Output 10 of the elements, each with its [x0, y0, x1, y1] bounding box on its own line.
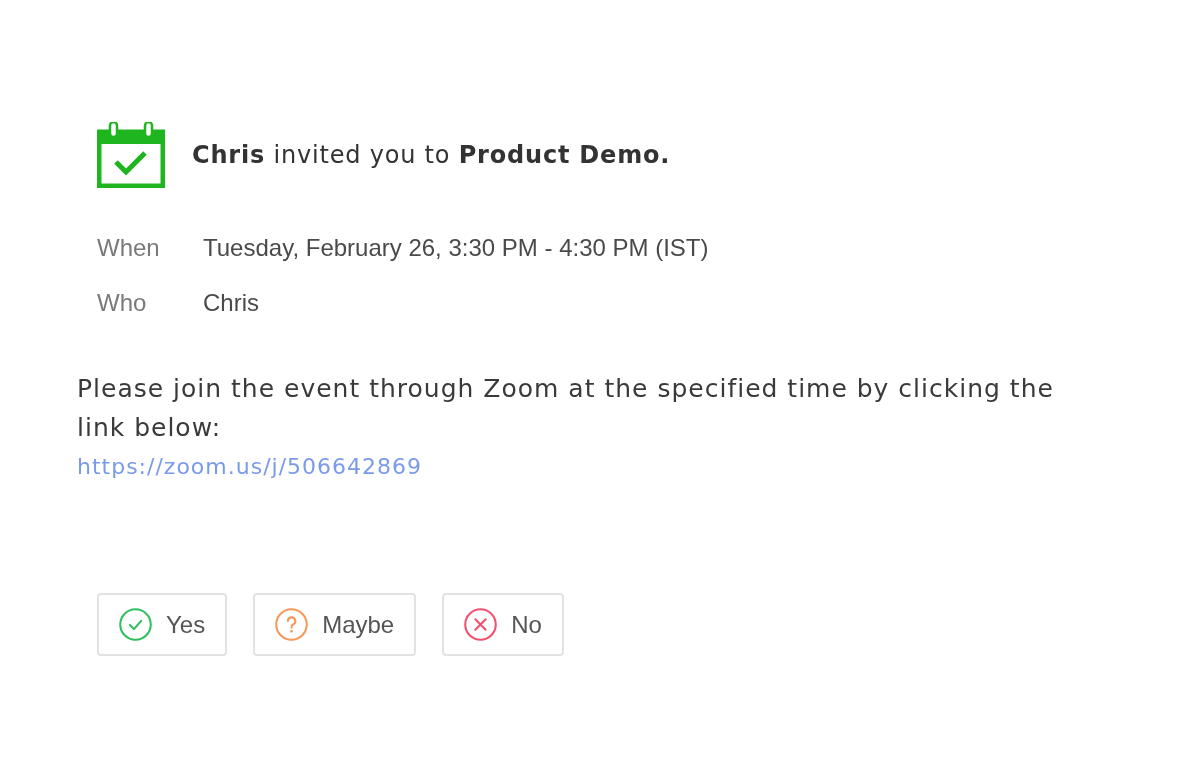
response-button[interactable]: Yes — [97, 593, 228, 656]
calendar-check-icon — [97, 122, 165, 188]
response-button[interactable]: No — [442, 593, 564, 656]
detail-label: Who — [97, 288, 148, 318]
detail-label: When — [97, 233, 161, 263]
instruction-text: Please join the event through Zoom at the specified time by clicking the link below: — [77, 373, 1055, 444]
detail-value: Tuesday, February 26, 3:30 PM - 4:30 PM (IST) — [203, 233, 709, 263]
invitation-message: Chris invited you to Product Demo. — [192, 140, 671, 171]
detail-value: Chris — [203, 288, 259, 318]
response-button[interactable]: Maybe — [253, 593, 417, 656]
